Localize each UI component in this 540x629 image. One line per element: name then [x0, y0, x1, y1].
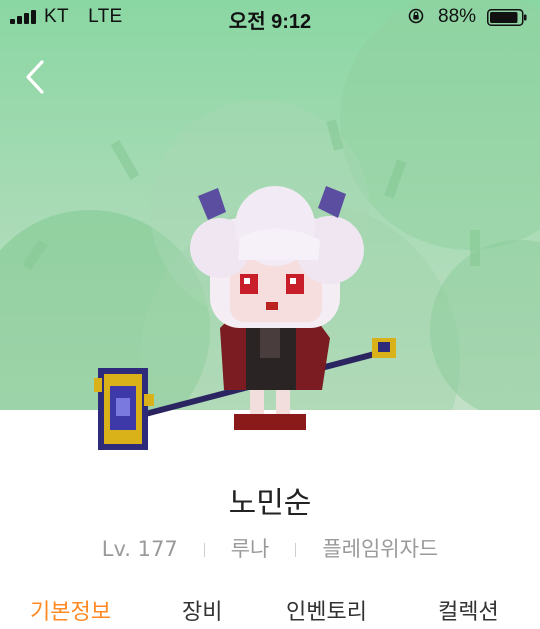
character-info-row: Lv. 177 루나 플레임위자드	[0, 533, 540, 563]
character-avatar	[94, 186, 396, 450]
divider	[203, 543, 205, 557]
status-bar: KT LTE 오전 9:12 88%	[0, 0, 540, 36]
character-job: 플레임위자드	[322, 537, 439, 561]
tab-basic-info[interactable]: 기본정보	[30, 594, 111, 626]
battery-percent: 88%	[438, 6, 477, 27]
tab-collection[interactable]: 컬렉션	[438, 594, 499, 626]
character-name: 노민순	[228, 486, 312, 521]
chevron-left-icon[interactable]	[20, 58, 54, 96]
staff-head-ornament	[94, 368, 154, 450]
tab-bar: 기본정보 장비 인벤토리 컬렉션	[0, 590, 540, 629]
tab-equipment[interactable]: 장비	[182, 594, 222, 626]
battery-icon	[487, 9, 527, 26]
tab-inventory[interactable]: 인벤토리	[286, 594, 367, 626]
character-world: 루나	[230, 537, 270, 561]
character-level: Lv. 177	[101, 537, 178, 561]
rotation-lock-icon	[408, 8, 424, 24]
divider	[295, 543, 297, 557]
